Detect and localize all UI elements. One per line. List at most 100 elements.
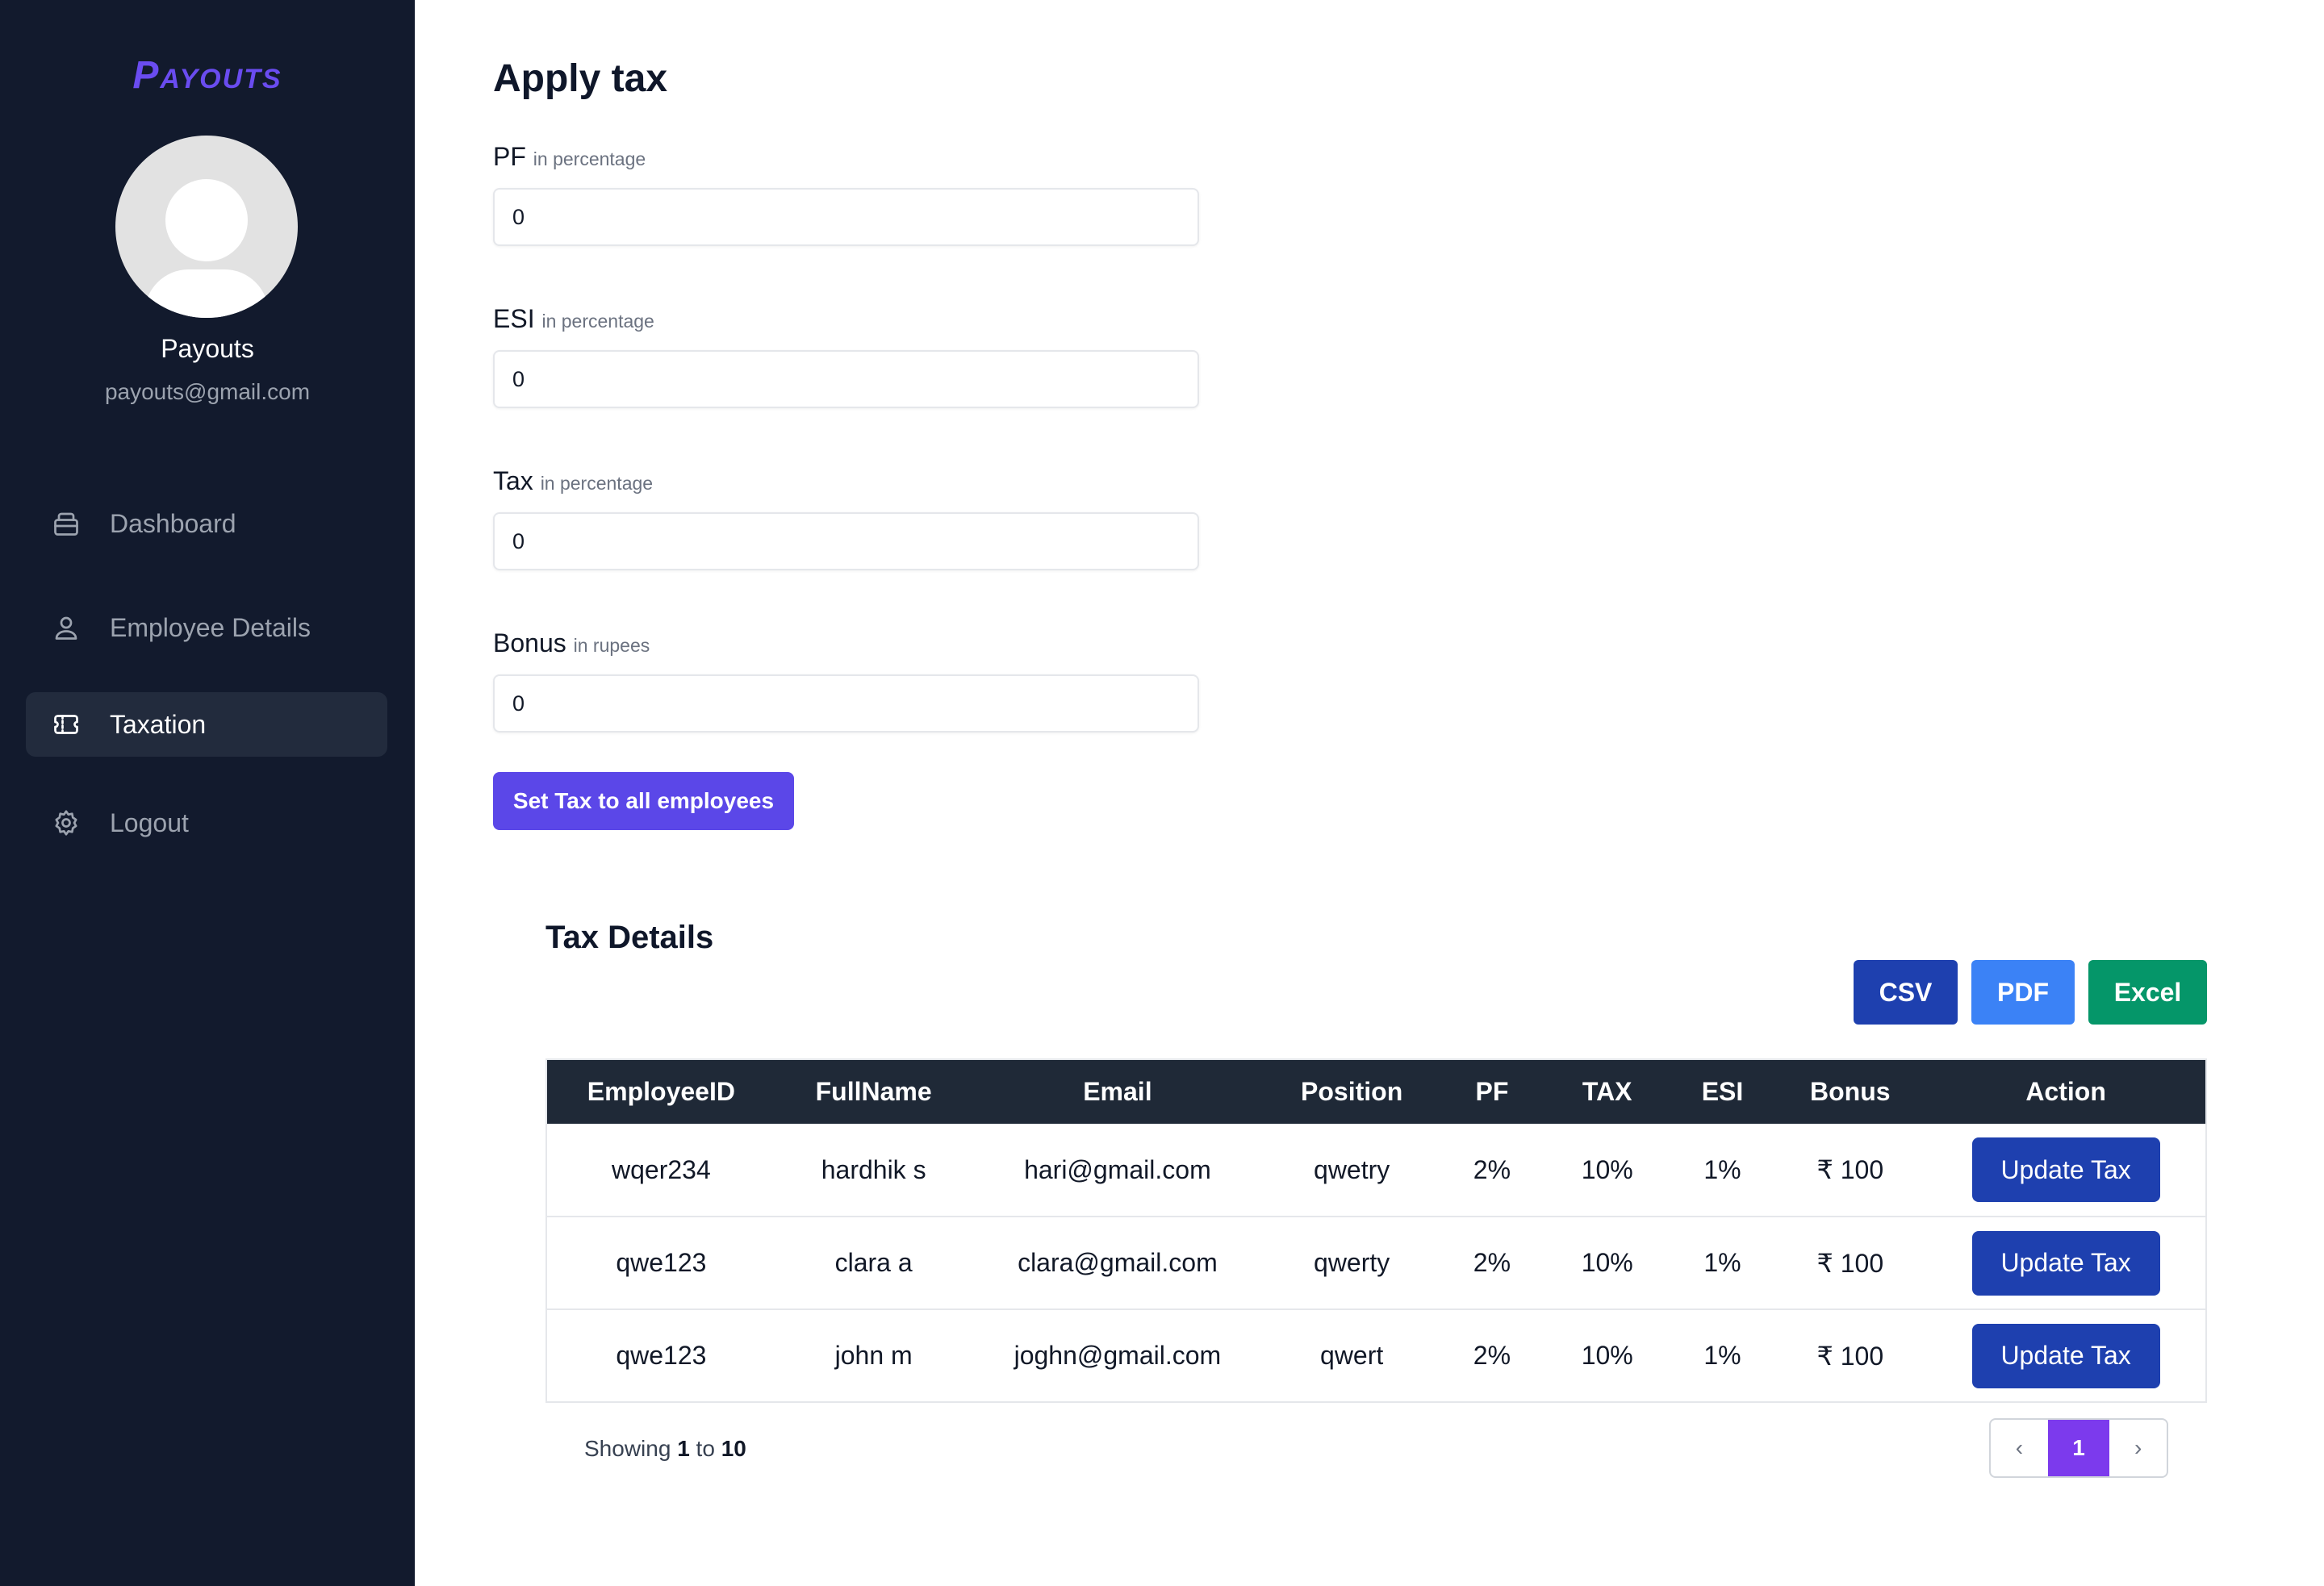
cell-employee-id: wqer234 xyxy=(612,1154,711,1184)
sidebar-item-dashboard[interactable]: Dashboard xyxy=(26,491,387,556)
tax-details-title: Tax Details xyxy=(545,920,714,955)
cell-position: qwerty xyxy=(1314,1248,1390,1277)
column-header-pf: PF xyxy=(1475,1077,1509,1106)
cell-full-name: clara a xyxy=(834,1248,913,1277)
cell-pf: 2% xyxy=(1473,1154,1511,1184)
cell-email: joghn@gmail.com xyxy=(1014,1341,1222,1370)
export-csv-button[interactable]: CSV xyxy=(1854,960,1958,1025)
export-excel-button[interactable]: Excel xyxy=(2088,960,2207,1025)
update-tax-button[interactable]: Update Tax xyxy=(1971,1230,2160,1296)
user-email: payouts@gmail.com xyxy=(104,379,311,404)
sidebar-item-label: Employee Details xyxy=(110,612,311,642)
tax-label: Tax in percentage xyxy=(493,466,653,496)
esi-input[interactable] xyxy=(493,350,1199,408)
sidebar-item-label: Taxation xyxy=(110,709,207,739)
page-title: Apply tax xyxy=(493,57,668,100)
cell-bonus: ₹ 100 xyxy=(1816,1155,1884,1184)
sidebar-item-employee-details[interactable]: Employee Details xyxy=(26,595,387,660)
showing-to-word: to xyxy=(696,1436,715,1461)
sidebar-item-logout[interactable]: Logout xyxy=(26,791,387,855)
cell-employee-id: qwe123 xyxy=(616,1341,707,1370)
cell-tax: 10% xyxy=(1581,1154,1633,1184)
cell-pf: 2% xyxy=(1473,1248,1511,1277)
column-header-employee-id: EmployeeID xyxy=(587,1077,735,1106)
brand-logo-text: AYOUTS xyxy=(160,64,282,94)
export-pdf-button[interactable]: PDF xyxy=(1971,960,2075,1025)
table-header-row: EmployeeID FullName Email Position PF TA… xyxy=(546,1059,2206,1124)
ticket-icon xyxy=(52,710,81,739)
column-header-position: Position xyxy=(1301,1077,1403,1106)
tax-details-table: EmployeeID FullName Email Position PF TA… xyxy=(545,1058,2207,1403)
esi-label-text: ESI xyxy=(493,304,535,333)
cell-position: qwert xyxy=(1320,1341,1384,1370)
cell-action: Update Tax xyxy=(1926,1124,2206,1217)
showing-to: 10 xyxy=(721,1436,746,1461)
pf-label-text: PF xyxy=(493,142,526,171)
tax-label-text: Tax xyxy=(493,466,533,495)
sidebar-item-taxation[interactable]: Taxation xyxy=(26,692,387,757)
column-header-email: Email xyxy=(1083,1077,1152,1106)
cell-esi: 1% xyxy=(1703,1154,1741,1184)
tax-details-table-container: EmployeeID FullName Email Position PF TA… xyxy=(545,1058,2207,1403)
avatar-body-shape xyxy=(144,269,269,318)
cell-position: qwetry xyxy=(1314,1154,1390,1184)
update-tax-button[interactable]: Update Tax xyxy=(1971,1323,2160,1388)
bonus-label: Bonus in rupees xyxy=(493,628,650,658)
cell-full-name: hardhik s xyxy=(821,1154,926,1184)
showing-from: 1 xyxy=(677,1436,690,1461)
cell-pf: 2% xyxy=(1473,1341,1511,1370)
esi-label: ESI in percentage xyxy=(493,304,654,334)
cell-action: Update Tax xyxy=(1926,1309,2206,1402)
brand-logo-initial: P xyxy=(132,54,161,97)
sidebar: PAYOUTS Payouts payouts@gmail.com Dashbo… xyxy=(0,0,415,1586)
avatar-head-shape xyxy=(165,179,248,261)
update-tax-button[interactable]: Update Tax xyxy=(1971,1137,2160,1202)
brand-logo[interactable]: PAYOUTS xyxy=(0,53,415,98)
pf-hint: in percentage xyxy=(533,148,646,169)
table-row: qwe123 clara a clara@gmail.com qwerty 2%… xyxy=(546,1217,2206,1309)
cell-bonus: ₹ 100 xyxy=(1816,1341,1884,1371)
sidebar-item-label: Logout xyxy=(110,808,189,837)
tax-hint: in percentage xyxy=(540,473,654,494)
bonus-input[interactable] xyxy=(493,674,1199,732)
column-header-esi: ESI xyxy=(1701,1077,1744,1106)
app-root: PAYOUTS Payouts payouts@gmail.com Dashbo… xyxy=(0,0,2324,1586)
pf-input[interactable] xyxy=(493,188,1199,246)
user-name: Payouts xyxy=(161,334,254,363)
cell-full-name: john m xyxy=(834,1341,913,1370)
cell-email: clara@gmail.com xyxy=(1018,1248,1218,1277)
pf-label: PF in percentage xyxy=(493,142,646,172)
set-tax-all-button[interactable]: Set Tax to all employees xyxy=(493,772,794,830)
cell-tax: 10% xyxy=(1581,1341,1633,1370)
table-body: wqer234 hardhik s hari@gmail.com qwetry … xyxy=(546,1124,2206,1402)
chevron-right-icon: › xyxy=(2134,1435,2142,1460)
cell-bonus: ₹ 100 xyxy=(1816,1248,1884,1278)
column-header-tax: TAX xyxy=(1582,1077,1632,1106)
sidebar-item-label: Dashboard xyxy=(110,508,236,538)
cell-esi: 1% xyxy=(1703,1341,1741,1370)
bonus-hint: in rupees xyxy=(573,635,650,656)
showing-prefix: Showing xyxy=(584,1436,671,1461)
wallet-icon xyxy=(52,509,81,538)
column-header-bonus: Bonus xyxy=(1810,1077,1891,1106)
chevron-left-icon: ‹ xyxy=(2015,1435,2024,1460)
user-icon xyxy=(52,613,81,642)
pagination-next-button[interactable]: › xyxy=(2109,1420,2167,1476)
cell-email: hari@gmail.com xyxy=(1024,1154,1211,1184)
table-header: EmployeeID FullName Email Position PF TA… xyxy=(546,1059,2206,1124)
pagination: ‹ 1 › xyxy=(1989,1418,2168,1478)
table-row: qwe123 john m joghn@gmail.com qwert 2% 1… xyxy=(546,1309,2206,1402)
pagination-prev-button[interactable]: ‹ xyxy=(1991,1420,2048,1476)
bonus-label-text: Bonus xyxy=(493,628,566,657)
cell-employee-id: qwe123 xyxy=(616,1248,707,1277)
tax-input[interactable] xyxy=(493,512,1199,570)
column-header-action: Action xyxy=(2025,1077,2106,1106)
cell-action: Update Tax xyxy=(1926,1217,2206,1309)
pagination-page-1[interactable]: 1 xyxy=(2047,1420,2110,1476)
cell-tax: 10% xyxy=(1581,1248,1633,1277)
gear-icon xyxy=(52,808,81,837)
esi-hint: in percentage xyxy=(541,311,654,332)
pagination-summary: Showing 1 to 10 xyxy=(584,1436,746,1462)
avatar xyxy=(115,136,298,318)
table-row: wqer234 hardhik s hari@gmail.com qwetry … xyxy=(546,1124,2206,1217)
